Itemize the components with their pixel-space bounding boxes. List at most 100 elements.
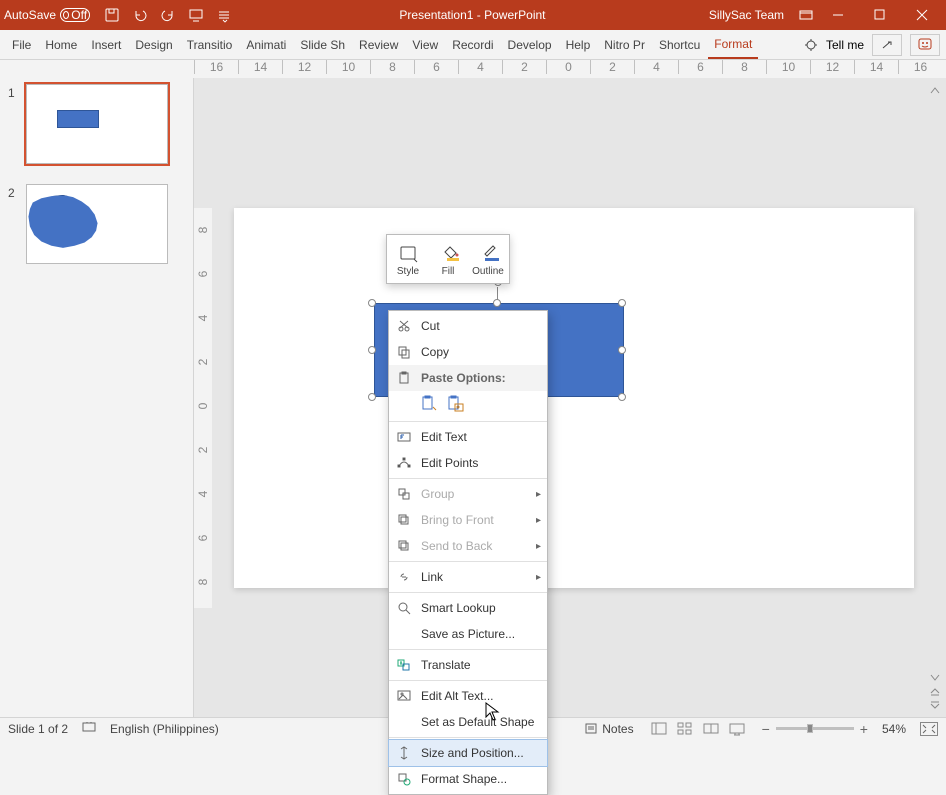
menu-cut[interactable]: Cut <box>389 313 547 339</box>
title-bar: AutoSave Off Presentation1 - PowerPoint … <box>0 0 946 30</box>
resize-handle-tl[interactable] <box>368 299 376 307</box>
vertical-ruler: 864202468 <box>194 208 212 608</box>
shape-context-menu: Cut Copy Paste Options: Edit Text Edi <box>388 310 548 795</box>
edit-points-icon <box>395 454 413 472</box>
scroll-down-button[interactable] <box>928 671 942 685</box>
resize-handle-bl[interactable] <box>368 393 376 401</box>
language-indicator[interactable]: English (Philippines) <box>110 722 219 736</box>
feedback-button[interactable] <box>910 34 940 56</box>
menu-link[interactable]: Link▸ <box>389 564 547 590</box>
zoom-level[interactable]: 54% <box>882 722 906 736</box>
tab-recording[interactable]: Recordi <box>446 31 499 59</box>
resize-handle-ml[interactable] <box>368 346 376 354</box>
slide-thumbnail-1[interactable]: 1 <box>8 84 185 164</box>
tell-me-search[interactable]: Tell me <box>826 38 864 52</box>
ribbon-tabs: File Home Insert Design Transitio Animat… <box>0 30 946 60</box>
paste-as-picture-icon[interactable] <box>445 394 465 417</box>
slide-canvas[interactable] <box>234 208 914 588</box>
menu-paste-options-header: Paste Options: <box>389 365 547 391</box>
horizontal-ruler: 1614121086420246810121416 <box>194 60 946 78</box>
tab-review[interactable]: Review <box>353 31 404 59</box>
autosave-toggle[interactable]: AutoSave Off <box>4 8 90 22</box>
redo-icon[interactable] <box>156 3 180 27</box>
menu-format-shape[interactable]: Format Shape... <box>389 766 547 792</box>
menu-save-as-picture[interactable]: Save as Picture... <box>389 621 547 647</box>
slide-thumbnail-2[interactable]: 2 <box>8 184 185 264</box>
menu-smart-lookup[interactable]: Smart Lookup <box>389 595 547 621</box>
tab-format[interactable]: Format <box>708 31 758 59</box>
menu-size-and-position[interactable]: Size and Position... <box>389 740 547 766</box>
account-name[interactable]: SillySac Team <box>709 8 784 22</box>
mini-fill-button[interactable]: Fill <box>429 239 467 279</box>
tab-animations[interactable]: Animati <box>240 31 292 59</box>
document-title: Presentation1 - PowerPoint <box>236 8 709 22</box>
minimize-button[interactable] <box>818 1 858 29</box>
style-icon <box>397 241 419 263</box>
menu-edit-text[interactable]: Edit Text <box>389 424 547 450</box>
undo-icon[interactable] <box>128 3 152 27</box>
send-back-icon <box>395 537 413 555</box>
slide-number: 2 <box>8 184 22 264</box>
tab-home[interactable]: Home <box>39 31 83 59</box>
tab-slideshow[interactable]: Slide Sh <box>294 31 351 59</box>
menu-edit-points[interactable]: Edit Points <box>389 450 547 476</box>
edit-text-icon <box>395 428 413 446</box>
slide-number: 1 <box>8 84 22 164</box>
zoom-out-button[interactable]: − <box>762 721 770 737</box>
autosave-label: AutoSave <box>4 8 56 22</box>
fit-to-window-icon[interactable] <box>920 722 938 736</box>
zoom-slider[interactable] <box>776 727 854 730</box>
menu-set-default-shape[interactable]: Set as Default Shape <box>389 709 547 735</box>
tab-file[interactable]: File <box>6 31 37 59</box>
present-icon[interactable] <box>184 3 208 27</box>
ribbon-display-options-icon[interactable] <box>794 3 818 27</box>
group-icon <box>395 485 413 503</box>
tab-shortcut[interactable]: Shortcu <box>653 31 706 59</box>
smart-lookup-icon <box>395 599 413 617</box>
zoom-in-button[interactable]: + <box>860 721 868 737</box>
customize-qat-icon[interactable] <box>212 3 236 27</box>
cut-icon <box>395 317 413 335</box>
alt-text-icon <box>395 687 413 705</box>
tab-insert[interactable]: Insert <box>85 31 127 59</box>
notes-button[interactable]: Notes <box>584 722 633 736</box>
autosave-switch[interactable]: Off <box>60 8 90 22</box>
quick-access-toolbar <box>100 3 236 27</box>
mini-style-button[interactable]: Style <box>389 239 427 279</box>
menu-translate[interactable]: Translate <box>389 652 547 678</box>
maximize-button[interactable] <box>860 1 900 29</box>
tab-view[interactable]: View <box>406 31 444 59</box>
share-button[interactable] <box>872 34 902 56</box>
tab-transitions[interactable]: Transitio <box>181 31 239 59</box>
menu-copy[interactable]: Copy <box>389 339 547 365</box>
scroll-up-button[interactable] <box>928 84 942 98</box>
slide-thumbnail-panel: 1 2 <box>0 78 194 717</box>
save-icon[interactable] <box>100 3 124 27</box>
tab-nitropro[interactable]: Nitro Pr <box>598 31 651 59</box>
tab-design[interactable]: Design <box>129 31 178 59</box>
slide-edit-area[interactable]: 864202468 Style Fill Outline <box>194 78 946 717</box>
prev-slide-button[interactable] <box>926 684 944 698</box>
vertical-scrollbar[interactable] <box>928 104 942 665</box>
menu-edit-alt-text[interactable]: Edit Alt Text... <box>389 683 547 709</box>
mini-outline-button[interactable]: Outline <box>469 239 507 279</box>
menu-group: Group▸ <box>389 481 547 507</box>
outline-pen-icon <box>477 241 499 263</box>
next-slide-button[interactable] <box>926 699 944 713</box>
translate-icon <box>395 656 413 674</box>
resize-handle-tm[interactable] <box>493 299 501 307</box>
tab-help[interactable]: Help <box>560 31 597 59</box>
fill-bucket-icon <box>437 241 459 263</box>
resize-handle-br[interactable] <box>618 393 626 401</box>
format-shape-icon <box>395 770 413 788</box>
close-button[interactable] <box>902 1 942 29</box>
paste-icon <box>395 369 413 387</box>
resize-handle-mr[interactable] <box>618 346 626 354</box>
slide-counter[interactable]: Slide 1 of 2 <box>8 722 68 736</box>
paste-keep-source-icon[interactable] <box>419 394 439 417</box>
link-icon <box>395 568 413 586</box>
bring-front-icon <box>395 511 413 529</box>
tab-developer[interactable]: Develop <box>502 31 558 59</box>
resize-handle-tr[interactable] <box>618 299 626 307</box>
accessibility-icon[interactable] <box>82 720 96 737</box>
